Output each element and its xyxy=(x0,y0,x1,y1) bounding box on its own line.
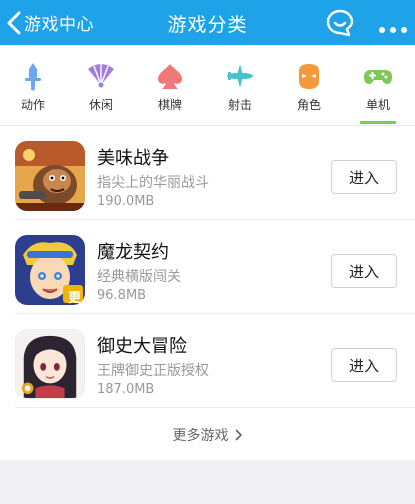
tab-action[interactable]: 动作 xyxy=(3,45,63,125)
game-size: 190.0MB xyxy=(97,194,155,209)
list-item[interactable]: 御史大冒险 王牌御史正版授权 187.0MB 进入 xyxy=(0,314,415,408)
plane-icon xyxy=(227,64,253,88)
divider xyxy=(15,407,415,408)
enter-button[interactable]: 进入 xyxy=(331,348,397,382)
more-games-link[interactable]: 更多游戏 xyxy=(0,410,415,460)
category-tabs: 动作 休闲 棋牌 射击 角色 单机 xyxy=(0,45,415,126)
game-size: 96.8MB xyxy=(97,288,147,303)
game-icon-molong[interactable]: 更 xyxy=(15,235,85,305)
tab-shooting[interactable]: 射击 xyxy=(210,45,270,125)
tab-standalone[interactable]: 单机 xyxy=(348,45,408,125)
anime-girl-icon xyxy=(16,330,84,398)
more-games-label: 更多游戏 xyxy=(172,428,229,444)
tab-casual[interactable]: 休闲 xyxy=(71,45,131,125)
tab-board-card[interactable]: 棋牌 xyxy=(140,45,200,125)
tab-label: 射击 xyxy=(227,98,252,112)
top-bar: 游戏中心 游戏分类 xyxy=(0,0,415,45)
tab-label: 单机 xyxy=(365,98,390,112)
game-name: 魔龙契约 xyxy=(97,242,169,263)
game-description: 经典横版闯关 xyxy=(97,269,181,285)
gamepad-icon xyxy=(364,70,392,84)
game-description: 指尖上的华丽战斗 xyxy=(97,175,209,191)
sword-icon xyxy=(25,63,41,91)
enter-button[interactable]: 进入 xyxy=(331,160,397,194)
game-icon-yushi[interactable] xyxy=(15,329,85,399)
cartoon-warrior-icon xyxy=(15,141,85,211)
fan-icon xyxy=(88,64,114,88)
game-icon-meiwei[interactable] xyxy=(15,141,85,211)
game-description: 王牌御史正版授权 xyxy=(97,363,209,379)
list-item[interactable]: 美味战争 指尖上的华丽战斗 190.0MB 进入 xyxy=(0,126,415,220)
spade-icon xyxy=(158,64,182,89)
more-dots-icon xyxy=(379,27,407,33)
tab-label: 棋牌 xyxy=(157,98,182,112)
tab-label: 休闲 xyxy=(88,98,113,112)
update-badge: 更 xyxy=(68,291,82,305)
game-name: 御史大冒险 xyxy=(97,336,187,357)
mask-icon xyxy=(299,64,319,89)
chevron-right-icon xyxy=(235,429,242,441)
more-button[interactable] xyxy=(378,19,408,33)
chat-bubble-icon xyxy=(326,9,354,37)
game-name: 美味战争 xyxy=(97,148,169,169)
tab-role-playing[interactable]: 角色 xyxy=(279,45,339,125)
game-size: 187.0MB xyxy=(97,382,155,397)
enter-button[interactable]: 进入 xyxy=(331,254,397,288)
tab-label: 动作 xyxy=(20,98,45,112)
chat-button[interactable] xyxy=(325,8,355,38)
tab-selected-indicator xyxy=(360,121,396,124)
tab-label: 角色 xyxy=(296,98,321,112)
list-item[interactable]: 更 魔龙契约 经典横版闯关 96.8MB 进入 xyxy=(0,220,415,314)
